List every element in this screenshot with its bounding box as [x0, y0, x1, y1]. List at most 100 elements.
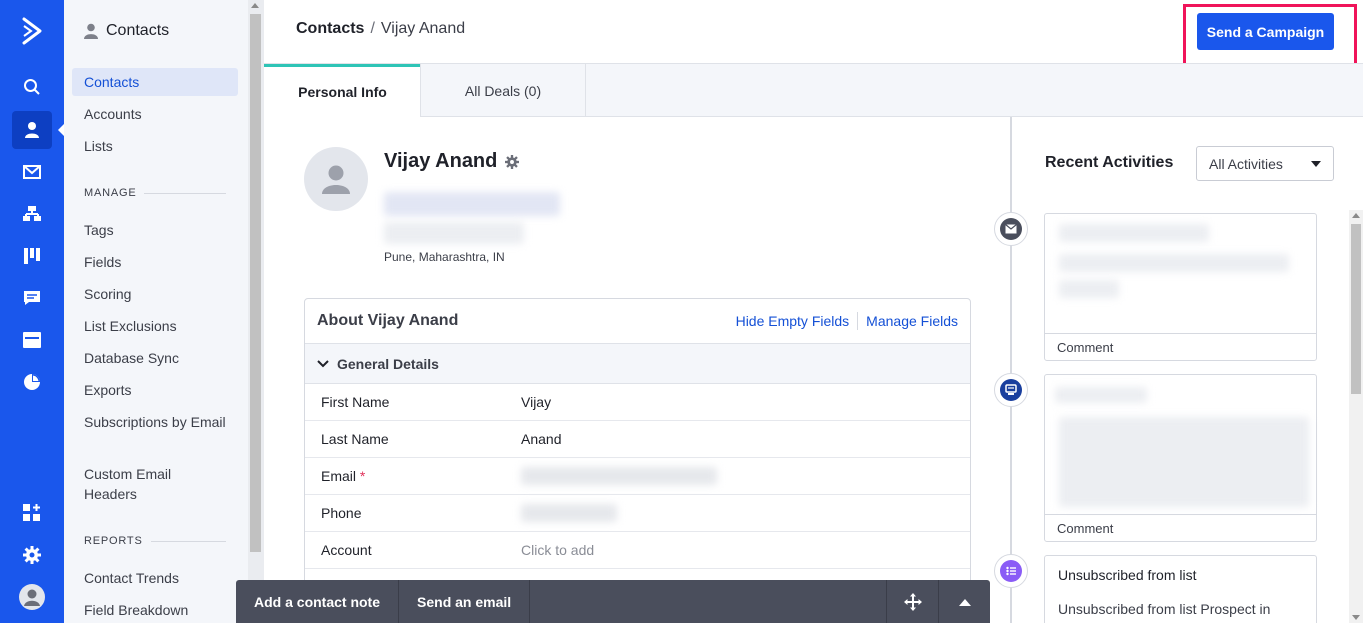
- field-value[interactable]: Anand: [521, 431, 561, 447]
- apps-add-icon[interactable]: [12, 494, 52, 532]
- list-activity-icon: [1000, 560, 1022, 582]
- move-drag-icon[interactable]: [886, 580, 938, 623]
- breadcrumb-separator: /: [370, 20, 375, 37]
- hide-empty-fields-link[interactable]: Hide Empty Fields: [736, 313, 850, 329]
- general-details-toggle[interactable]: General Details: [305, 344, 970, 384]
- contacts-nav-icon[interactable]: [12, 111, 52, 149]
- field-label: Phone: [321, 505, 362, 521]
- sidebar-item-field-breakdown[interactable]: Field Breakdown: [72, 596, 238, 623]
- field-row-first-name[interactable]: First Name Vijay: [305, 384, 970, 421]
- field-value[interactable]: Vijay: [521, 394, 551, 410]
- link-divider: [857, 312, 859, 330]
- activity-card[interactable]: Unsubscribed from list Unsubscribed from…: [1044, 555, 1317, 623]
- add-contact-note-button[interactable]: Add a contact note: [236, 580, 400, 623]
- timeline-line: [1010, 117, 1012, 623]
- redacted-phone-value[interactable]: [521, 504, 617, 522]
- caret-down-icon: [1311, 160, 1321, 167]
- sidebar-item-subscriptions-by-email[interactable]: Subscriptions by Email: [72, 408, 238, 436]
- sidebar-item-contact-trends[interactable]: Contact Trends: [72, 564, 238, 592]
- field-row-email[interactable]: Email *: [305, 458, 970, 495]
- breadcrumb: Contacts / Vijay Anand: [296, 20, 465, 38]
- field-row-phone[interactable]: Phone: [305, 495, 970, 532]
- activity-card[interactable]: Comment: [1044, 374, 1317, 542]
- activities-filter-select[interactable]: All Activities: [1196, 146, 1334, 181]
- logo-icon[interactable]: [12, 12, 52, 50]
- sidebar-item-database-sync[interactable]: Database Sync: [72, 344, 238, 372]
- email-activity-icon: [1000, 218, 1022, 240]
- tab-all-deals[interactable]: All Deals (0): [420, 64, 586, 117]
- scroll-up-arrow-icon[interactable]: [1352, 213, 1360, 218]
- contact-person-icon: [84, 23, 98, 39]
- manage-section-label: MANAGE: [84, 187, 226, 199]
- breadcrumb-current: Vijay Anand: [380, 20, 466, 37]
- sidebar-item-accounts[interactable]: Accounts: [72, 100, 238, 128]
- about-card-header: About Vijay Anand Hide Empty Fields Mana…: [305, 299, 970, 344]
- field-label: Email: [321, 468, 357, 484]
- breadcrumb-contacts-link[interactable]: Contacts: [296, 20, 364, 37]
- sidebar-item-exports[interactable]: Exports: [72, 376, 238, 404]
- field-label: Account: [321, 542, 372, 558]
- contact-settings-gear-icon[interactable]: [505, 154, 520, 169]
- sidebar-item-tags[interactable]: Tags: [72, 216, 238, 244]
- sidebar-heading: Contacts: [84, 22, 169, 40]
- timeline-email-dot: [994, 212, 1028, 246]
- contact-location: Pune, Maharashtra, IN: [384, 250, 505, 264]
- send-campaign-button[interactable]: Send a Campaign: [1197, 13, 1334, 50]
- search-icon[interactable]: [12, 68, 52, 106]
- account-click-to-add[interactable]: Click to add: [521, 542, 594, 558]
- redacted-contact-phone: [384, 222, 524, 244]
- tab-personal-info[interactable]: Personal Info: [264, 64, 421, 117]
- automations-icon[interactable]: [12, 195, 52, 233]
- activity-comment-link[interactable]: Comment: [1045, 514, 1316, 541]
- sidebar-item-fields[interactable]: Fields: [72, 248, 238, 276]
- settings-gear-icon[interactable]: [12, 536, 52, 574]
- recent-activities-title: Recent Activities: [1045, 154, 1174, 171]
- manage-fields-link[interactable]: Manage Fields: [866, 313, 958, 329]
- sidebar-scrollbar[interactable]: [248, 0, 264, 623]
- redacted-activity-line: [1059, 254, 1289, 272]
- conversations-icon[interactable]: [12, 279, 52, 317]
- activity-text: Unsubscribed from list Prospect in: [1058, 601, 1271, 617]
- chevron-down-icon: [317, 359, 329, 367]
- activity-title: Unsubscribed from list: [1058, 567, 1197, 583]
- user-avatar-icon[interactable]: [12, 578, 52, 616]
- sidebar-item-lists[interactable]: Lists: [72, 132, 238, 160]
- redacted-activity-line: [1059, 224, 1209, 242]
- sidebar-heading-label: Contacts: [106, 22, 170, 39]
- redacted-activity-line: [1059, 280, 1119, 298]
- field-row-last-name[interactable]: Last Name Anand: [305, 421, 970, 458]
- redacted-activity-line: [1055, 387, 1147, 403]
- expand-up-icon[interactable]: [938, 580, 990, 623]
- activity-comment-link[interactable]: Comment: [1045, 333, 1316, 360]
- reports-pie-icon[interactable]: [12, 363, 52, 401]
- activity-card[interactable]: Comment: [1044, 213, 1317, 361]
- tab-bar: Personal Info All Deals (0): [264, 63, 1363, 117]
- contact-avatar[interactable]: [304, 147, 368, 211]
- sidebar-scroll-thumb[interactable]: [250, 14, 261, 552]
- contact-name: Vijay Anand: [384, 150, 498, 172]
- scroll-up-arrow-icon[interactable]: [251, 3, 259, 8]
- field-label-wrap: Email *: [305, 468, 521, 484]
- app-rail: [0, 0, 64, 623]
- deals-pipeline-icon[interactable]: [12, 237, 52, 275]
- field-label: Last Name: [321, 431, 389, 447]
- website-icon[interactable]: [12, 321, 52, 359]
- sidebar-item-contacts[interactable]: Contacts: [72, 68, 238, 96]
- about-contact-card: About Vijay Anand Hide Empty Fields Mana…: [304, 298, 971, 623]
- about-card-title: About Vijay Anand: [317, 312, 459, 329]
- send-email-button[interactable]: Send an email: [399, 580, 531, 623]
- bottom-action-bar: Add a contact note Send an email: [236, 580, 990, 623]
- sidebar-item-list-exclusions[interactable]: List Exclusions: [72, 312, 238, 340]
- activity-scrollbar[interactable]: [1349, 210, 1363, 623]
- campaigns-mail-icon[interactable]: [12, 153, 52, 191]
- field-label: First Name: [321, 394, 390, 410]
- redacted-activity-body: [1059, 417, 1309, 507]
- sidebar-item-scoring[interactable]: Scoring: [72, 280, 238, 308]
- redacted-email-value[interactable]: [521, 467, 717, 485]
- activities-filter-value: All Activities: [1209, 155, 1283, 172]
- activity-scroll-thumb[interactable]: [1351, 224, 1361, 394]
- timeline-list-dot: [994, 554, 1028, 588]
- field-row-account[interactable]: Account Click to add: [305, 532, 970, 569]
- sidebar-item-custom-email-headers[interactable]: Custom Email Headers: [72, 460, 238, 508]
- scroll-down-arrow-icon[interactable]: [1352, 615, 1360, 620]
